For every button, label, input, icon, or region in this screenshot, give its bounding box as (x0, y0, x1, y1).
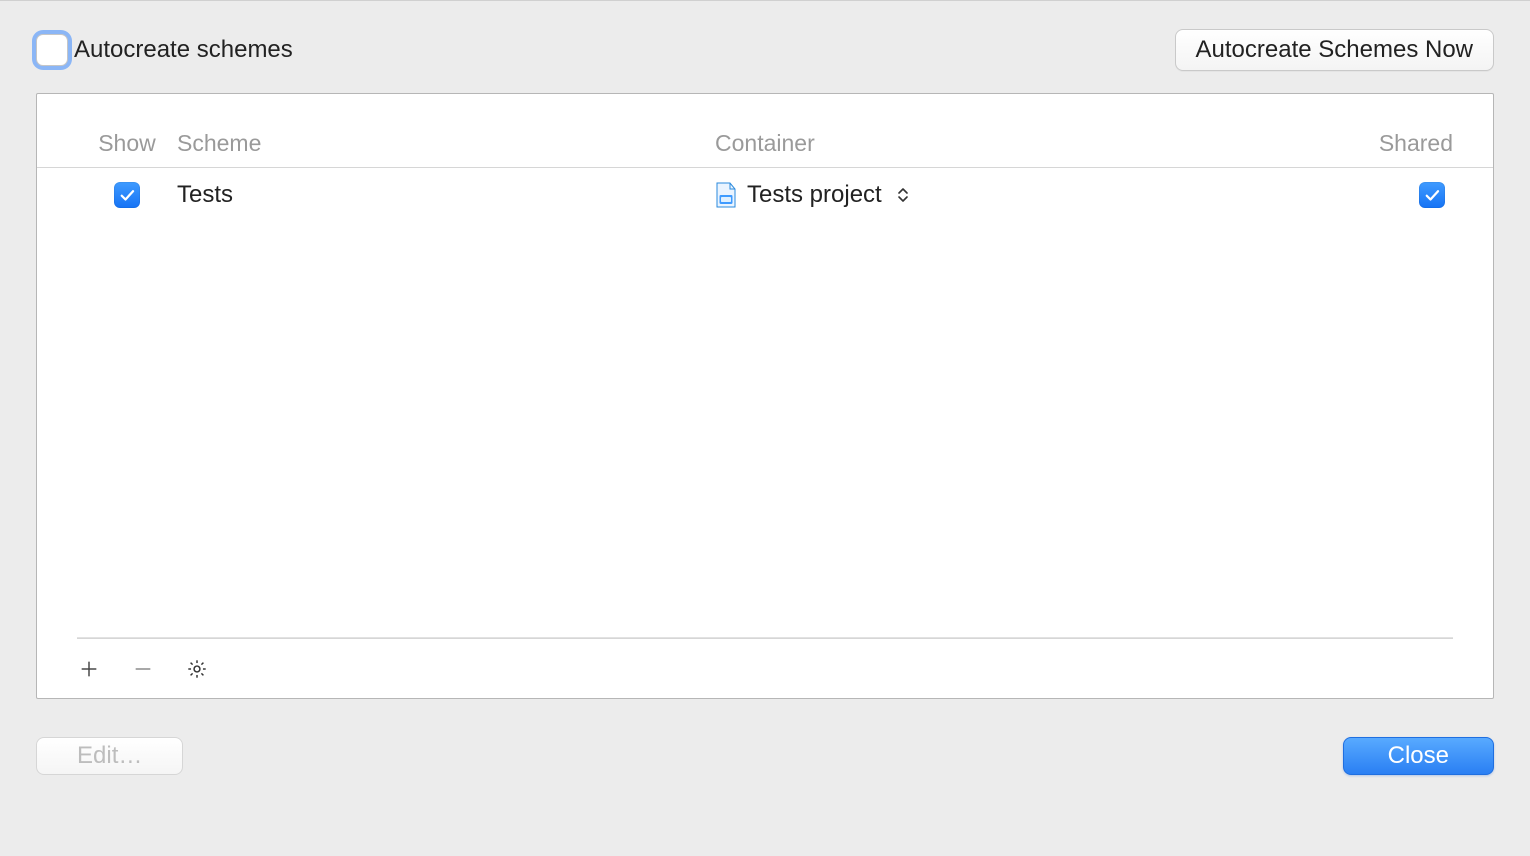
schemes-table-body: Tests Tests project (37, 168, 1493, 637)
header-shared: Shared (1333, 130, 1453, 157)
schemes-table-header: Show Scheme Container Shared (37, 94, 1493, 168)
autocreate-schemes-checkbox[interactable] (36, 34, 68, 66)
xcode-project-icon (715, 182, 737, 208)
dialog-bottom-bar: Edit… Close (0, 699, 1530, 775)
schemes-table-footer (77, 638, 1453, 698)
shared-checkbox[interactable] (1419, 182, 1445, 208)
autocreate-schemes-label: Autocreate schemes (74, 36, 293, 64)
schemes-table-panel: Show Scheme Container Shared Tests (36, 93, 1494, 699)
container-name: Tests project (747, 181, 882, 209)
chevron-up-down-icon (896, 187, 910, 203)
header-container: Container (715, 130, 1333, 157)
scheme-settings-button[interactable] (185, 657, 209, 681)
manage-schemes-window: Autocreate schemes Autocreate Schemes No… (0, 0, 1530, 856)
edit-button[interactable]: Edit… (36, 737, 183, 775)
add-scheme-button[interactable] (77, 657, 101, 681)
autocreate-schemes-now-button[interactable]: Autocreate Schemes Now (1175, 29, 1494, 71)
header-scheme: Scheme (177, 130, 715, 157)
close-button[interactable]: Close (1343, 737, 1494, 775)
container-selector[interactable]: Tests project (715, 181, 1333, 209)
table-row[interactable]: Tests Tests project (77, 168, 1453, 222)
top-bar: Autocreate schemes Autocreate Schemes No… (0, 1, 1530, 71)
header-show: Show (77, 130, 177, 157)
scheme-name: Tests (177, 181, 715, 209)
show-checkbox[interactable] (114, 182, 140, 208)
remove-scheme-button[interactable] (131, 657, 155, 681)
autocreate-schemes-control: Autocreate schemes (36, 34, 293, 66)
